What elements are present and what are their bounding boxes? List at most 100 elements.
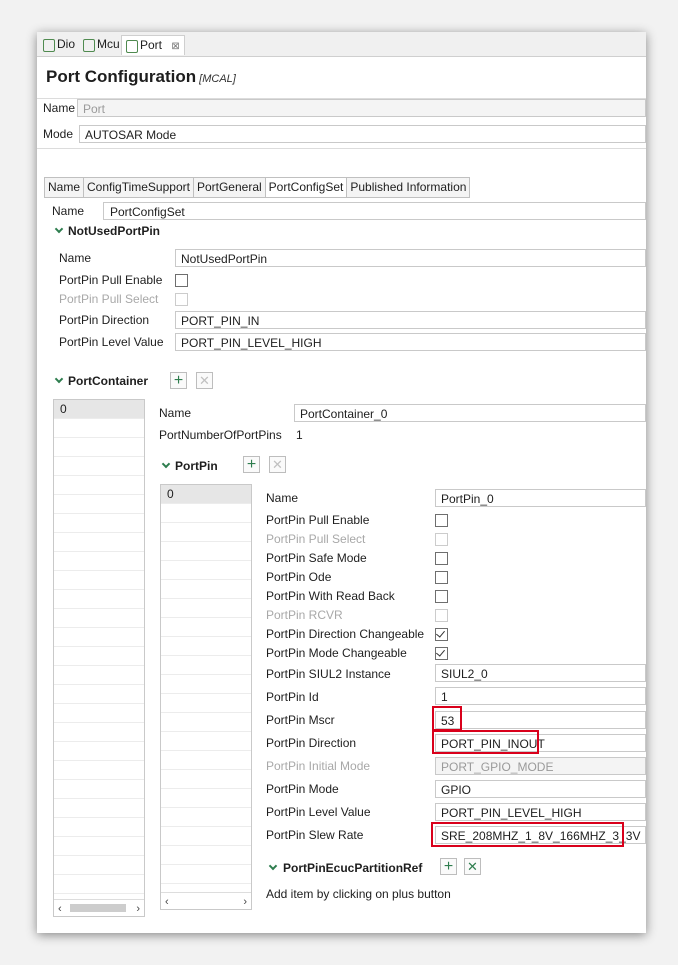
pin-mode-changeable-label: PortPin Mode Changeable <box>266 646 407 660</box>
tab-label: Mcu <box>97 37 120 51</box>
tab-port[interactable]: Port ⊠ <box>121 35 185 55</box>
add-item-hint: Add item by clicking on plus button <box>266 887 451 901</box>
pin-level-field[interactable]: PORT_PIN_LEVEL_HIGH <box>435 803 646 821</box>
page-title: Port Configuration [MCAL] <box>46 67 236 87</box>
pin-siul2-label: PortPin SIUL2 Instance <box>266 667 391 681</box>
tab-published-information[interactable]: Published Information <box>347 178 469 197</box>
pin-initial-mode-field: PORT_GPIO_MODE <box>435 757 646 775</box>
add-container-button[interactable]: + <box>170 372 187 389</box>
property-tabs: Name ConfigTimeSupport PortGeneral PortC… <box>44 177 471 198</box>
pin-dir-changeable-checkbox[interactable] <box>435 628 448 641</box>
editor-window: Dio Mcu Port ⊠ Port Configuration [MCAL] … <box>37 32 646 933</box>
pin-pull-select-label: PortPin Pull Select <box>266 532 366 546</box>
remove-container-button[interactable]: ✕ <box>196 372 213 389</box>
editor-tab-bar: Dio Mcu Port ⊠ <box>37 32 646 57</box>
pin-id-field[interactable]: 1 <box>435 687 646 705</box>
page-subtitle: [MCAL] <box>199 73 236 85</box>
pin-pull-select-checkbox <box>435 533 448 546</box>
pin-mscr-label: PortPin Mscr <box>266 713 335 727</box>
not-used-level-label: PortPin Level Value <box>59 335 164 349</box>
scroll-right-icon[interactable]: › <box>136 903 140 915</box>
container-list[interactable]: 0 ‹ › <box>53 399 145 917</box>
module-file-icon <box>126 40 138 53</box>
scroll-left-icon[interactable]: ‹ <box>165 896 169 908</box>
pin-rcvr-checkbox <box>435 609 448 622</box>
scroll-left-icon[interactable]: ‹ <box>58 903 62 915</box>
divider <box>37 148 646 149</box>
not-used-name-field[interactable]: NotUsedPortPin <box>175 249 646 267</box>
pin-initial-mode-label: PortPin Initial Mode <box>266 759 371 773</box>
pin-ode-label: PortPin Ode <box>266 570 332 584</box>
horizontal-scrollbar[interactable]: ‹ › <box>161 892 251 909</box>
pin-siul2-field[interactable]: SIUL2_0 <box>435 664 646 682</box>
pin-ode-checkbox[interactable] <box>435 571 448 584</box>
chevron-down-icon[interactable] <box>268 861 278 871</box>
pin-mode-field[interactable]: GPIO <box>435 780 646 798</box>
pin-dir-changeable-label: PortPin Direction Changeable <box>266 627 425 641</box>
module-file-icon <box>43 39 55 52</box>
add-port-pin-button[interactable]: + <box>243 456 260 473</box>
pin-pull-enable-label: PortPin Pull Enable <box>266 513 370 527</box>
chevron-down-icon[interactable] <box>54 224 64 234</box>
container-name-field[interactable]: PortContainer_0 <box>294 404 646 422</box>
tab-mcu[interactable]: Mcu <box>79 35 124 54</box>
pin-id-label: PortPin Id <box>266 690 319 704</box>
list-rows <box>54 400 144 900</box>
pin-read-back-label: PortPin With Read Back <box>266 589 395 603</box>
pin-safe-mode-label: PortPin Safe Mode <box>266 551 367 565</box>
not-used-pull-enable-label: PortPin Pull Enable <box>59 273 163 287</box>
remove-port-pin-button[interactable]: ✕ <box>269 456 286 473</box>
not-used-pull-select-checkbox <box>175 293 188 306</box>
not-used-pull-select-label: PortPin Pull Select <box>59 292 159 306</box>
not-used-level-field[interactable]: PORT_PIN_LEVEL_HIGH <box>175 333 646 351</box>
tab-port-config-set[interactable]: PortConfigSet <box>265 178 348 197</box>
page-title-text: Port Configuration <box>46 67 197 86</box>
pin-pull-enable-checkbox[interactable] <box>435 514 448 527</box>
port-pin-list[interactable]: 0 ‹ › <box>160 484 252 910</box>
container-name-label: Name <box>159 406 192 420</box>
pin-name-field[interactable]: PortPin_0 <box>435 489 646 507</box>
mscr-highlight-box <box>432 706 462 731</box>
direction-highlight-box <box>432 730 539 754</box>
tab-port-general[interactable]: PortGeneral <box>194 178 266 197</box>
pin-direction-label: PortPin Direction <box>266 736 357 750</box>
config-set-name-label: Name <box>52 204 85 218</box>
chevron-down-icon[interactable] <box>161 459 171 469</box>
scroll-right-icon[interactable]: › <box>243 896 247 908</box>
pin-name-label: Name <box>266 491 299 505</box>
not-used-name-label: Name <box>59 251 92 265</box>
chevron-down-icon[interactable] <box>54 374 64 384</box>
pin-slew-rate-label: PortPin Slew Rate <box>266 828 364 842</box>
pin-level-label: PortPin Level Value <box>266 805 371 819</box>
list-item[interactable]: 0 <box>161 485 251 503</box>
module-name-label: Name <box>43 101 76 115</box>
horizontal-scrollbar[interactable]: ‹ › <box>54 899 144 916</box>
tab-config-time-support[interactable]: ConfigTimeSupport <box>84 178 194 197</box>
config-set-name-field[interactable]: PortConfigSet <box>103 202 646 220</box>
tab-dio[interactable]: Dio <box>39 35 79 54</box>
not-used-port-pin-header[interactable]: NotUsedPortPin <box>68 224 160 238</box>
mode-field[interactable]: AUTOSAR Mode <box>79 125 646 143</box>
ecuc-partition-ref-header[interactable]: PortPinEcucPartitionRef <box>283 861 422 875</box>
tab-name[interactable]: Name <box>45 178 85 197</box>
not-used-pull-enable-checkbox[interactable] <box>175 274 188 287</box>
not-used-direction-label: PortPin Direction <box>59 313 150 327</box>
close-tab-icon[interactable]: ⊠ <box>171 41 179 52</box>
port-pin-header[interactable]: PortPin <box>175 459 218 473</box>
add-partition-ref-button[interactable]: + <box>440 858 457 875</box>
checkmark-icon <box>436 628 445 638</box>
pin-rcvr-label: PortPin RCVR <box>266 608 343 622</box>
module-file-icon <box>83 39 95 52</box>
port-container-header[interactable]: PortContainer <box>68 374 148 388</box>
pin-read-back-checkbox[interactable] <box>435 590 448 603</box>
pin-safe-mode-checkbox[interactable] <box>435 552 448 565</box>
remove-partition-ref-button[interactable]: ✕ <box>464 858 481 875</box>
scroll-thumb[interactable] <box>70 904 126 912</box>
pin-mscr-field[interactable]: 53 <box>435 711 646 729</box>
list-item[interactable]: 0 <box>54 400 144 418</box>
not-used-direction-field[interactable]: PORT_PIN_IN <box>175 311 646 329</box>
tab-label: Dio <box>57 37 76 51</box>
slew-rate-highlight-box <box>431 822 624 847</box>
list-rows <box>161 485 251 893</box>
pin-mode-changeable-checkbox[interactable] <box>435 647 448 660</box>
